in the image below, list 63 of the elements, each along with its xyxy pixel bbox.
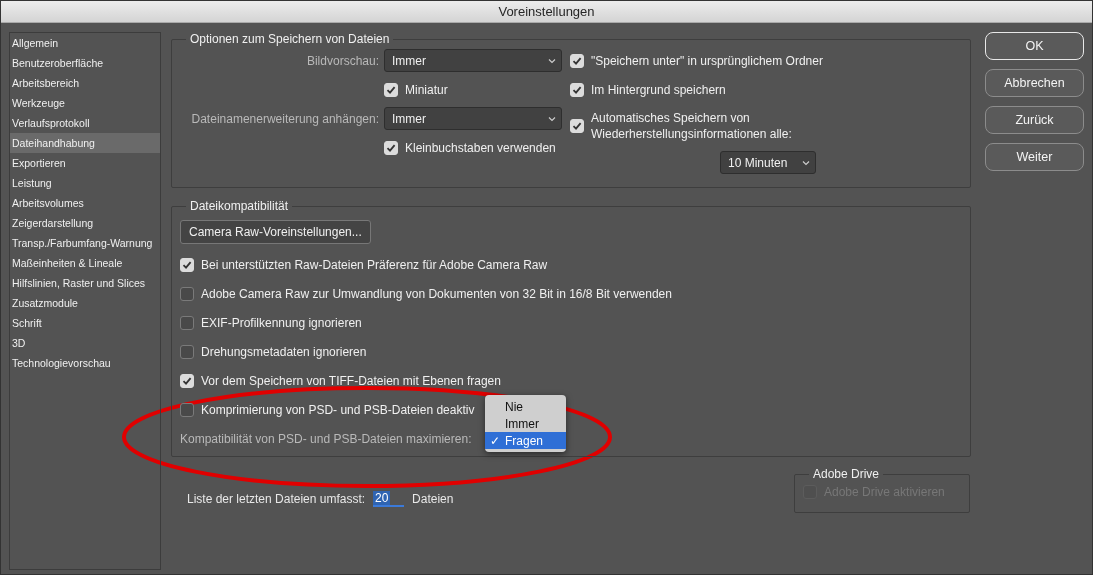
checkbox-label: Adobe Camera Raw zur Umwandlung von Dokumenten von 32 Bit in 16/8 Bit verwenden [180,286,672,301]
field-label: Bildvorschau: [305,53,380,68]
menu-item[interactable]: Nie [485,398,566,415]
checkbox-label: Im Hintergrund speichern [570,81,726,98]
dropdown[interactable]: 10 Minuten [720,151,816,174]
field-label: Liste der letzten Dateien umfasst: [187,492,366,506]
menu-item[interactable]: ✓ Fragen [485,432,566,449]
checkbox[interactable] [180,344,194,359]
sidebar-item[interactable]: Verlaufsprotokoll [10,113,160,133]
check-icon [182,375,192,386]
checkbox[interactable] [180,402,194,417]
dialog-button[interactable]: Abbrechen [985,69,1084,97]
sidebar-item[interactable]: Exportieren [10,153,160,173]
checkbox[interactable] [180,286,194,301]
camera-raw-button[interactable]: Camera Raw-Voreinstellungen... [180,219,371,244]
group-title: Adobe Drive [812,467,881,481]
sidebar-item[interactable]: 3D [10,333,160,353]
checkbox-label: "Speichern unter" in ursprünglichem Ordner [570,52,823,69]
checkbox-label: Bei unterstützten Raw-Dateien Präferenz für Adobe Camera Raw [180,257,548,272]
sidebar-item[interactable]: Maßeinheiten & Lineale [10,253,160,273]
sidebar-item[interactable]: Arbeitsvolumes [10,193,160,213]
chevron-down-icon [802,159,810,166]
sidebar-item[interactable]: Transp./Farbumfang-Warnung [10,233,160,253]
checkbox-label: Automatisches Speichern von Wiederherstellungsinformationen alle: [570,110,840,142]
field-label: Dateinamenerweiterung anhängen: [190,111,380,126]
check-icon [182,259,192,270]
menu-item[interactable]: Immer [485,415,566,432]
check-icon [572,121,582,131]
field-label: Kompatibilität von PSD- und PSB-Dateien maximieren: [180,431,472,446]
checkbox-label: Vor dem Speichern von TIFF-Dateien mit Ebenen fragen [180,373,501,388]
sidebar-item[interactable]: Allgemein [10,33,160,53]
checkbox-label: Miniatur [384,82,448,97]
sidebar-item[interactable]: Benutzeroberfläche [10,53,160,73]
unit-label: Dateien [412,492,454,506]
group-title: Optionen zum Speichern von Dateien [189,32,391,46]
checkbox-label: EXIF-Profilkennung ignorieren [180,315,362,330]
checkbox-label: Kleinbuchstaben verwenden [384,140,556,155]
check-icon [572,55,582,66]
dialog-button[interactable]: Zurück [985,106,1084,134]
sidebar-item[interactable]: Arbeitsbereich [10,73,160,93]
sidebar-item[interactable]: Leistung [10,173,160,193]
window-title: Voreinstellungen [498,4,595,19]
sidebar-item[interactable]: Zusatzmodule [10,293,160,313]
checkbox-label: Drehungsmetadaten ignorieren [180,344,367,359]
dialog-button[interactable]: Weiter [985,143,1084,171]
checkbox[interactable] [180,315,194,330]
check-icon [572,84,582,95]
chevron-down-icon [548,115,556,122]
sidebar-item[interactable]: Schrift [10,313,160,333]
number-field[interactable]: 20 [373,491,405,507]
sidebar-item[interactable]: Dateihandhabung [10,133,160,153]
sidebar-item[interactable]: Hilfslinien, Raster und Slices [10,273,160,293]
dropdown[interactable]: Immer [384,49,562,72]
checkbox-label: Komprimierung von PSD- und PSB-Dateien deaktiv [180,402,475,417]
dropdown[interactable]: Immer [384,107,562,130]
dialog-button[interactable]: OK [985,32,1084,60]
sidebar-item[interactable]: Zeigerdarstellung [10,213,160,233]
group-title: Dateikompatibilität [189,199,290,213]
check-icon [386,142,396,153]
check-icon [386,84,396,95]
sidebar-item[interactable]: Werkzeuge [10,93,160,113]
sidebar-item[interactable]: Technologievorschau [10,353,160,373]
chevron-down-icon [548,57,556,64]
